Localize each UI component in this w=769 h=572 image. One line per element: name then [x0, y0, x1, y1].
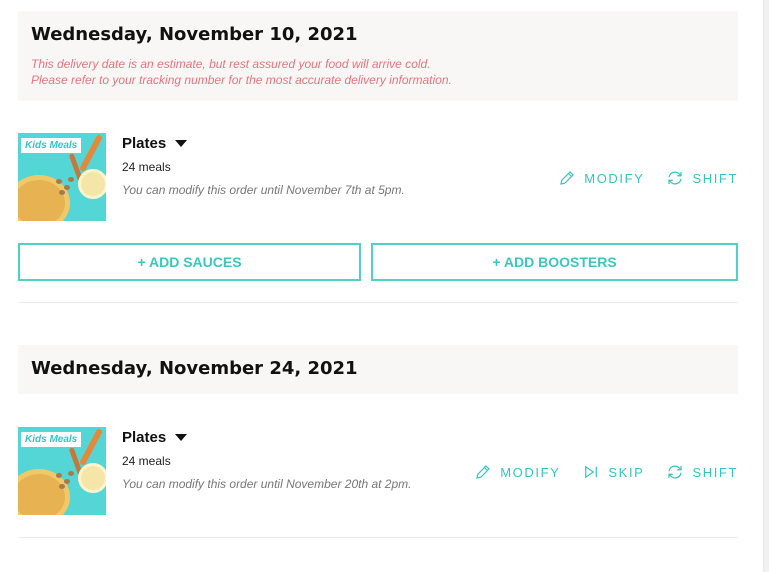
caret-down-icon [175, 434, 188, 441]
meal-count: 24 meals [122, 454, 171, 468]
order-item: Kids Meals Plates 24 meals You can modif… [18, 427, 738, 517]
delivery-date: Wednesday, November 10, 2021 [31, 24, 358, 45]
modify-deadline: You can modify this order until November… [122, 477, 412, 491]
section-divider [18, 302, 738, 303]
delivery-date-banner: Wednesday, November 24, 2021 [18, 345, 738, 394]
shift-label: SHIFT [692, 170, 738, 186]
pencil-icon [476, 465, 491, 479]
order-actions: MODIFY SKIP SHIFT [474, 463, 738, 481]
modify-button[interactable]: MODIFY [558, 169, 644, 187]
pencil-icon [560, 171, 575, 185]
caret-down-icon [175, 140, 188, 147]
shift-button[interactable]: SHIFT [666, 463, 738, 481]
meal-count: 24 meals [122, 160, 171, 174]
add-sauces-button[interactable]: + ADD SAUCES [18, 243, 361, 281]
skip-icon [585, 465, 598, 479]
plan-dropdown[interactable]: Plates [122, 135, 188, 152]
delivery-date-banner: Wednesday, November 10, 2021 This delive… [18, 11, 738, 101]
skip-label: SKIP [608, 464, 645, 480]
skip-button[interactable]: SKIP [582, 463, 644, 481]
modify-label: MODIFY [500, 464, 561, 480]
plan-dropdown[interactable]: Plates [122, 429, 188, 446]
plan-name: Plates [122, 429, 167, 446]
delivery-date: Wednesday, November 24, 2021 [31, 358, 358, 379]
delivery-note-line1: This delivery date is an estimate, but r… [31, 57, 431, 71]
order-actions: MODIFY SHIFT [558, 169, 738, 187]
addon-row: + ADD SAUCES + ADD BOOSTERS [18, 243, 738, 281]
plan-name: Plates [122, 135, 167, 152]
add-boosters-button[interactable]: + ADD BOOSTERS [371, 243, 738, 281]
thumbnail-tag: Kids Meals [21, 138, 82, 153]
refresh-icon [668, 171, 683, 185]
thumbnail-tag: Kids Meals [21, 432, 82, 447]
refresh-icon [668, 465, 683, 479]
meal-thumbnail: Kids Meals [18, 133, 106, 221]
modify-label: MODIFY [584, 170, 645, 186]
meal-thumbnail: Kids Meals [18, 427, 106, 515]
order-item: Kids Meals Plates 24 meals You can modif… [18, 133, 738, 223]
delivery-note-line2: Please refer to your tracking number for… [31, 73, 452, 87]
modify-button[interactable]: MODIFY [474, 463, 560, 481]
section-divider [18, 537, 738, 538]
shift-button[interactable]: SHIFT [666, 169, 738, 187]
modify-deadline: You can modify this order until November… [122, 183, 405, 197]
shift-label: SHIFT [692, 464, 738, 480]
scrollbar[interactable] [763, 0, 769, 572]
